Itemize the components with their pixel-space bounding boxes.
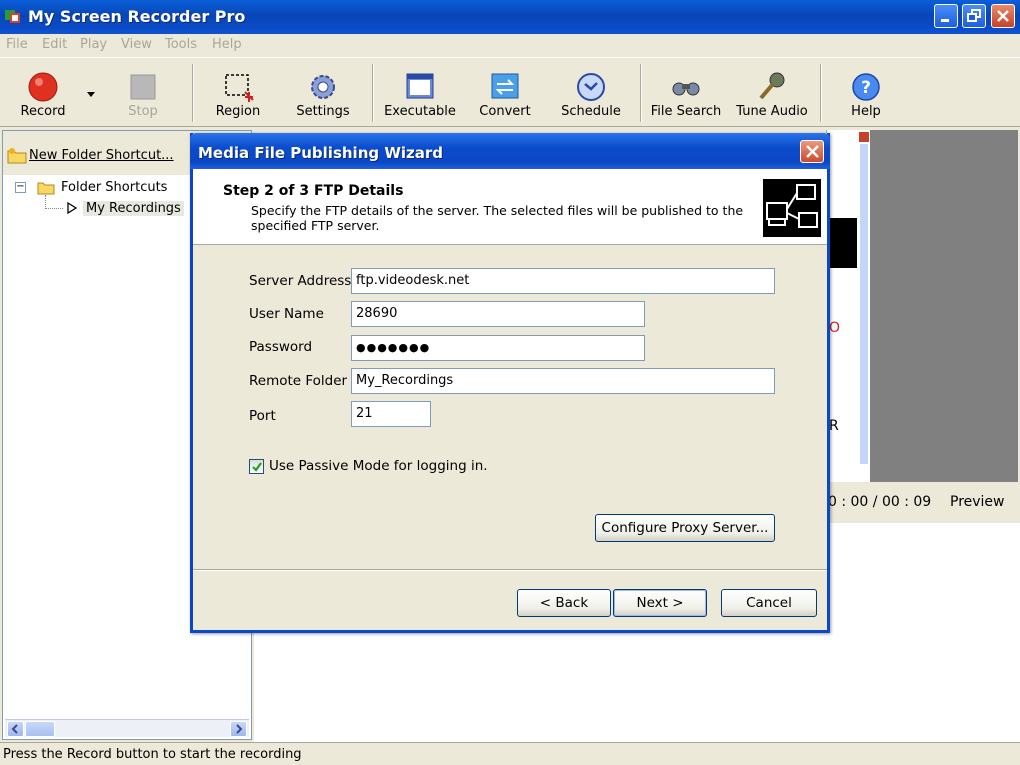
- executable-icon: [406, 73, 434, 99]
- convert-icon: [491, 73, 519, 99]
- passive-mode-checkbox[interactable]: [249, 459, 264, 474]
- configure-proxy-button[interactable]: Configure Proxy Server...: [595, 514, 775, 542]
- preview-background: [870, 130, 1018, 482]
- chevron-right-icon: [236, 724, 243, 734]
- scroll-left-button[interactable]: [7, 721, 24, 737]
- close-icon: [859, 132, 869, 142]
- background-window: O R: [826, 130, 870, 482]
- menu-edit[interactable]: Edit: [42, 37, 67, 52]
- playback-time: 0 : 00 / 00 : 09: [828, 494, 932, 510]
- minimize-icon: [941, 19, 949, 22]
- server-address-input[interactable]: ftp.videodesk.net: [351, 268, 775, 294]
- menu-file[interactable]: File: [6, 37, 28, 52]
- user-name-input[interactable]: 28690: [351, 301, 645, 327]
- file-search-button[interactable]: File Search: [648, 66, 724, 126]
- minimize-button[interactable]: [934, 4, 958, 28]
- passive-mode-label[interactable]: Use Passive Mode for logging in.: [269, 458, 488, 474]
- record-button[interactable]: Record: [8, 66, 78, 126]
- wizard-step-description: Specify the FTP details of the server. T…: [251, 203, 744, 233]
- new-folder-shortcut-link[interactable]: New Folder Shortcut...: [29, 148, 174, 163]
- settings-button[interactable]: Settings: [286, 66, 360, 126]
- help-button[interactable]: ? Help: [834, 66, 898, 126]
- preview-label[interactable]: Preview: [950, 494, 1005, 510]
- menu-play[interactable]: Play: [80, 37, 107, 52]
- convert-button[interactable]: Convert: [470, 66, 540, 126]
- tree-line: [45, 208, 63, 209]
- status-bar: Press the Record button to start the rec…: [0, 742, 1020, 765]
- region-icon: [225, 74, 254, 102]
- dialog-separator: [193, 569, 827, 571]
- toolbar-separator: [192, 64, 194, 122]
- folder-star-icon: [7, 148, 27, 164]
- password-input[interactable]: ●●●●●●●: [351, 335, 645, 361]
- back-button[interactable]: < Back: [517, 589, 611, 617]
- binoculars-icon: [672, 82, 700, 96]
- restore-icon: [967, 9, 981, 22]
- dialog-title: Media File Publishing Wizard: [198, 144, 444, 162]
- record-dropdown-icon[interactable]: [86, 90, 96, 98]
- record-icon: [28, 72, 58, 102]
- stop-icon: [130, 74, 156, 100]
- user-name-label: User Name: [249, 306, 324, 322]
- password-label: Password: [249, 339, 313, 355]
- stop-button[interactable]: Stop: [108, 66, 178, 126]
- app-icon: [5, 10, 20, 23]
- menu-view[interactable]: View: [121, 37, 152, 52]
- status-text: Press the Record button to start the rec…: [3, 747, 302, 762]
- video-thumbnail: [829, 218, 857, 268]
- play-icon: [67, 202, 77, 214]
- clock-icon: [577, 73, 605, 101]
- region-button[interactable]: Region: [202, 66, 274, 126]
- menu-tools[interactable]: Tools: [165, 37, 197, 52]
- background-text: O: [829, 320, 841, 336]
- scroll-right-button[interactable]: [230, 721, 247, 737]
- scroll-thumb[interactable]: [25, 721, 55, 737]
- svg-text:?: ?: [861, 78, 871, 98]
- dialog-close-button[interactable]: [800, 140, 824, 163]
- schedule-button[interactable]: Schedule: [556, 66, 626, 126]
- tree-line: [45, 195, 46, 209]
- toolbar-separator: [372, 64, 374, 122]
- toolbar-separator: [640, 64, 642, 122]
- wizard-header: Step 2 of 3 FTP Details Specify the FTP …: [193, 169, 827, 245]
- close-icon: [806, 145, 819, 158]
- server-address-label: Server Address: [249, 273, 352, 289]
- toolbar: Record Stop Region Settings Executable C…: [0, 57, 1020, 127]
- tree-collapse-toggle[interactable]: −: [15, 182, 26, 193]
- restore-button[interactable]: [962, 4, 986, 28]
- horizontal-scrollbar[interactable]: [5, 719, 249, 737]
- remote-folder-label: Remote Folder: [249, 373, 348, 389]
- tree-node-my-recordings[interactable]: My Recordings: [83, 201, 184, 216]
- help-icon: ?: [852, 73, 880, 101]
- menu-help[interactable]: Help: [212, 37, 242, 52]
- gear-icon: [311, 75, 335, 99]
- port-label: Port: [249, 408, 276, 424]
- cancel-button[interactable]: Cancel: [721, 589, 817, 617]
- port-input[interactable]: 21: [351, 401, 431, 427]
- toolbar-separator: [820, 64, 822, 122]
- tree-node-folder-shortcuts[interactable]: Folder Shortcuts: [61, 180, 167, 195]
- app-title: My Screen Recorder Pro: [28, 7, 246, 26]
- close-icon: [997, 10, 1009, 22]
- menu-bar: File Edit Play View Tools Help: [0, 34, 1020, 56]
- tune-audio-button[interactable]: Tune Audio: [734, 66, 810, 126]
- network-publish-icon: [763, 179, 821, 237]
- next-button[interactable]: Next >: [613, 589, 707, 617]
- dialog-title-bar[interactable]: Media File Publishing Wizard: [190, 133, 830, 169]
- preview-timebar: 0 : 00 / 00 : 09 Preview: [826, 483, 1018, 523]
- wizard-step-title: Step 2 of 3 FTP Details: [223, 183, 404, 199]
- app-title-bar[interactable]: My Screen Recorder Pro: [0, 0, 1020, 34]
- publishing-wizard-dialog: Media File Publishing Wizard Step 2 of 3…: [190, 133, 830, 633]
- checkmark-icon: [252, 462, 262, 472]
- close-button[interactable]: [991, 4, 1015, 28]
- executable-button[interactable]: Executable: [380, 66, 460, 126]
- chevron-left-icon: [11, 724, 18, 734]
- folder-icon: [37, 182, 55, 195]
- remote-folder-input[interactable]: My_Recordings: [351, 368, 775, 394]
- background-text: R: [829, 418, 839, 434]
- vertical-scrollbar: [860, 144, 868, 464]
- microphone-icon: [759, 72, 785, 100]
